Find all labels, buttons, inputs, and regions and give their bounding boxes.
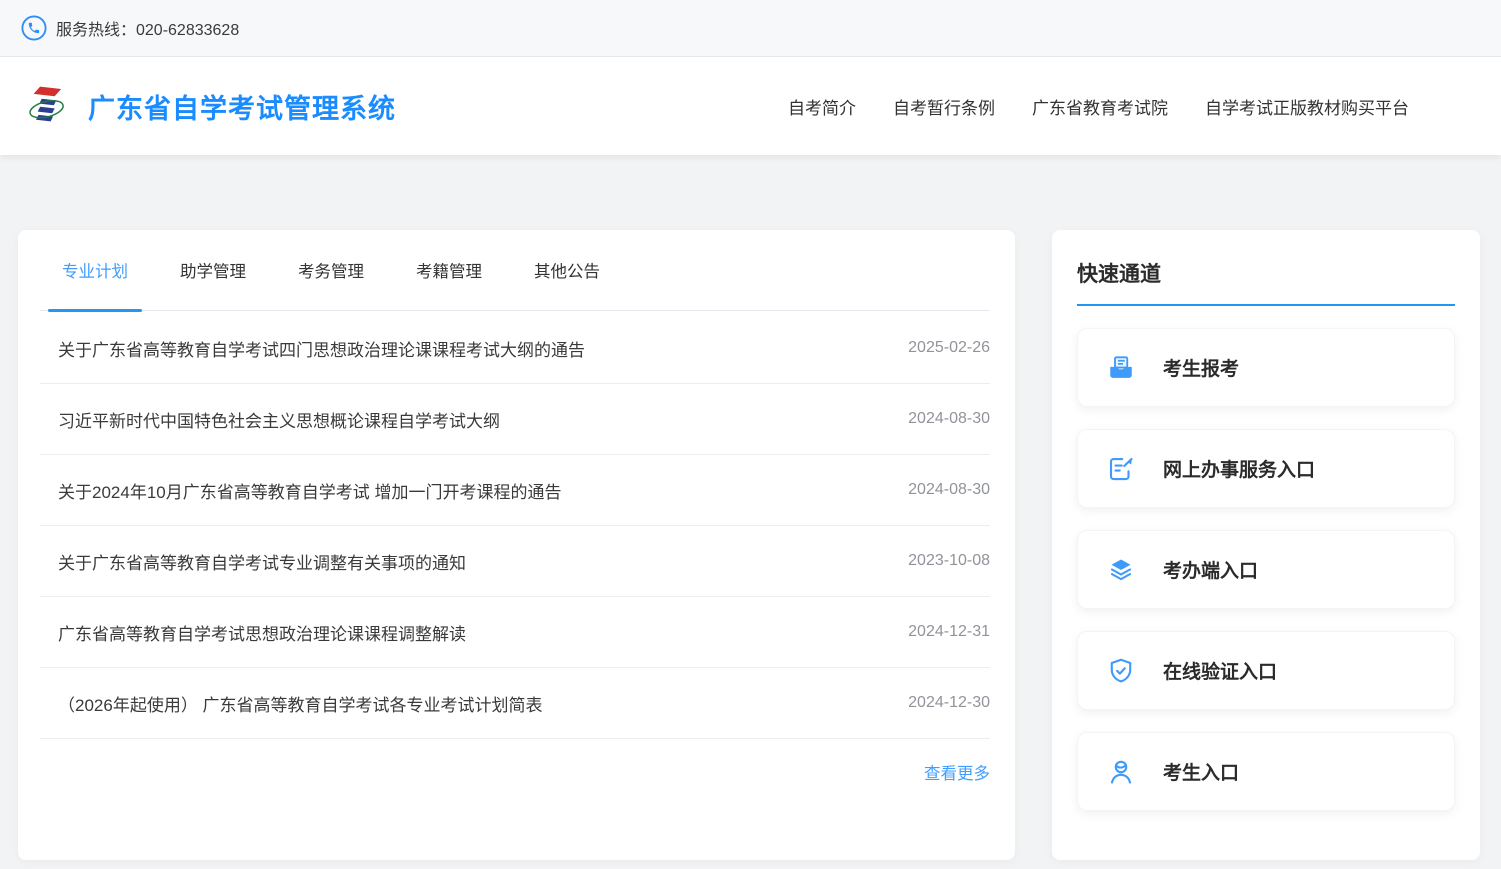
notice-row[interactable]: 广东省高等教育自学考试思想政治理论课课程调整解读 2024-12-31 <box>40 597 990 668</box>
notice-date: 2025-02-26 <box>908 339 990 357</box>
notice-date: 2023-10-08 <box>908 552 990 570</box>
person-icon <box>1106 757 1136 787</box>
nav-link-provisional-rules[interactable]: 自考暂行条例 <box>893 94 995 119</box>
hotline-text: 服务热线：020-62833628 <box>56 16 239 40</box>
quick-panel-underline <box>1077 304 1455 306</box>
nav-link-textbook-platform[interactable]: 自学考试正版教材购买平台 <box>1205 94 1409 119</box>
notice-tabs: 专业计划 助学管理 考务管理 考籍管理 其他公告 <box>40 230 990 311</box>
notice-title[interactable]: 关于2024年10月广东省高等教育自学考试 增加一门开考课程的通告 <box>58 478 561 503</box>
quick-entry-label: 考生入口 <box>1163 758 1239 785</box>
notice-title[interactable]: 广东省高等教育自学考试思想政治理论课课程调整解读 <box>58 620 466 645</box>
tab-major-plan[interactable]: 专业计划 <box>48 230 142 311</box>
notice-list: 关于广东省高等教育自学考试四门思想政治理论课课程考试大纲的通告 2025-02-… <box>40 311 990 739</box>
tab-study-support[interactable]: 助学管理 <box>166 230 260 311</box>
notice-title[interactable]: 习近平新时代中国特色社会主义思想概论课程自学考试大纲 <box>58 407 500 432</box>
notice-panel: 专业计划 助学管理 考务管理 考籍管理 其他公告 关于广东省高等教育自学考试四门… <box>18 230 1015 860</box>
view-more-link[interactable]: 查看更多 <box>924 760 990 784</box>
notice-date: 2024-08-30 <box>908 410 990 428</box>
quick-entry-label: 网上办事服务入口 <box>1163 455 1315 482</box>
notice-date: 2024-12-31 <box>908 623 990 641</box>
layers-icon <box>1106 555 1136 585</box>
notice-row[interactable]: 关于广东省高等教育自学考试专业调整有关事项的通知 2023-10-08 <box>40 526 990 597</box>
tab-other-notices[interactable]: 其他公告 <box>520 230 614 311</box>
nav-link-gd-exam-authority[interactable]: 广东省教育考试院 <box>1032 94 1168 119</box>
inbox-icon <box>1106 353 1136 383</box>
gdzk-logo-icon <box>28 80 70 132</box>
site-title: 广东省自学考试管理系统 <box>88 87 396 126</box>
notice-footer: 查看更多 <box>40 739 990 805</box>
notice-row[interactable]: 习近平新时代中国特色社会主义思想概论课程自学考试大纲 2024-08-30 <box>40 384 990 455</box>
notice-title[interactable]: 关于广东省高等教育自学考试四门思想政治理论课课程考试大纲的通告 <box>58 336 585 361</box>
quick-entry-label: 考生报考 <box>1163 354 1239 381</box>
quick-entry-exam-office-portal[interactable]: 考办端入口 <box>1077 530 1455 609</box>
tab-exam-records[interactable]: 考籍管理 <box>402 230 496 311</box>
tab-exam-affairs[interactable]: 考务管理 <box>284 230 378 311</box>
shield-check-icon <box>1106 656 1136 686</box>
notice-date: 2024-08-30 <box>908 481 990 499</box>
notice-row[interactable]: 关于2024年10月广东省高等教育自学考试 增加一门开考课程的通告 2024-0… <box>40 455 990 526</box>
quick-entry-online-services[interactable]: 网上办事服务入口 <box>1077 429 1455 508</box>
notice-row[interactable]: （2026年起使用） 广东省高等教育自学考试各专业考试计划简表 2024-12-… <box>40 668 990 739</box>
page-content: 专业计划 助学管理 考务管理 考籍管理 其他公告 关于广东省高等教育自学考试四门… <box>0 155 1501 860</box>
topbar-hotline-bar: 服务热线：020-62833628 <box>0 0 1501 57</box>
quick-entry-candidate-registration[interactable]: 考生报考 <box>1077 328 1455 407</box>
notice-row[interactable]: 关于广东省高等教育自学考试四门思想政治理论课课程考试大纲的通告 2025-02-… <box>40 313 990 384</box>
notice-date: 2024-12-30 <box>908 694 990 712</box>
nav-link-zikao-intro[interactable]: 自考简介 <box>788 94 856 119</box>
site-header: 广东省自学考试管理系统 自考简介 自考暂行条例 广东省教育考试院 自学考试正版教… <box>0 57 1501 155</box>
document-pen-icon <box>1106 454 1136 484</box>
quick-panel-title: 快速通道 <box>1077 258 1455 288</box>
notice-title[interactable]: 关于广东省高等教育自学考试专业调整有关事项的通知 <box>58 549 466 574</box>
notice-title[interactable]: （2026年起使用） 广东省高等教育自学考试各专业考试计划简表 <box>58 691 543 716</box>
phone-icon <box>21 15 47 41</box>
quick-entry-label: 考办端入口 <box>1163 556 1258 583</box>
quick-entry-label: 在线验证入口 <box>1163 657 1277 684</box>
quick-entry-online-verification[interactable]: 在线验证入口 <box>1077 631 1455 710</box>
main-nav: 自考简介 自考暂行条例 广东省教育考试院 自学考试正版教材购买平台 <box>788 57 1409 155</box>
quick-panel: 快速通道 考生报考 <box>1052 230 1480 860</box>
quick-entry-candidate-portal[interactable]: 考生入口 <box>1077 732 1455 811</box>
